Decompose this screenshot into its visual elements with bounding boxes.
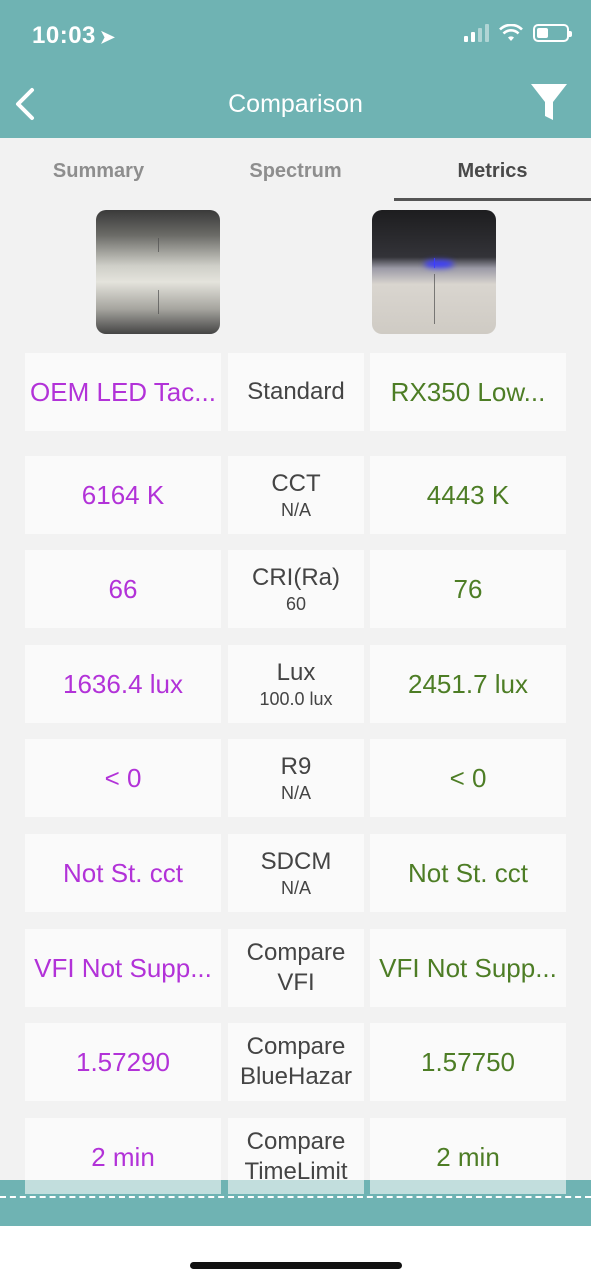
standard-value: N/A (280, 878, 311, 898)
right-value-cell: < 0 (370, 739, 566, 817)
right-value: VFI Not Supp... (379, 952, 557, 983)
metric-label-cell: SDCM N/A (228, 834, 364, 912)
left-value-cell: 1636.4 lux (25, 645, 221, 723)
right-value-cell: VFI Not Supp... (370, 929, 566, 1007)
left-sample-name-cell[interactable]: OEM LED Tac... (25, 353, 221, 431)
standard-header: Standard (247, 378, 345, 405)
right-value: < 0 (449, 762, 487, 793)
metric-label-line2: VFI (277, 969, 315, 996)
left-value-cell: Not St. cct (25, 834, 221, 912)
tab-summary[interactable]: Summary (0, 138, 197, 202)
left-value: VFI Not Supp... (34, 952, 212, 983)
left-value-cell: < 0 (25, 739, 221, 817)
right-value-cell: 1.57750 (370, 1023, 566, 1101)
right-value: 2 min (436, 1141, 500, 1172)
dashed-divider (0, 1196, 591, 1198)
metric-label-line1: Compare (246, 1128, 346, 1155)
footer-cell-shade (25, 1180, 221, 1194)
bottom-safe-area (0, 1226, 591, 1280)
footer-cell-shade (370, 1180, 566, 1194)
standard-value: 100.0 lux (259, 689, 333, 709)
left-value: 1.57290 (76, 1046, 170, 1077)
metric-label: SDCM (260, 848, 332, 875)
right-value: 1.57750 (421, 1046, 515, 1077)
metric-label-line1: Compare (246, 939, 346, 966)
cellular-signal-icon (464, 24, 489, 42)
left-value: Not St. cct (63, 857, 183, 888)
right-value: 4443 K (426, 479, 510, 510)
left-value: < 0 (104, 762, 142, 793)
right-sample-name: RX350 Low... (390, 376, 546, 407)
table-row: VFI Not Supp... Compare VFI VFI Not Supp.… (25, 929, 566, 1007)
right-value: 2451.7 lux (408, 668, 528, 699)
left-value-cell: 66 (25, 550, 221, 628)
metric-label-cell: Lux 100.0 lux (228, 645, 364, 723)
filter-icon[interactable] (529, 82, 569, 124)
tab-metrics[interactable]: Metrics (394, 138, 591, 202)
left-value: 1636.4 lux (63, 668, 183, 699)
location-arrow-icon: ➤ (99, 27, 116, 47)
right-sample-name-cell[interactable]: RX350 Low... (370, 353, 566, 431)
left-value-cell: 1.57290 (25, 1023, 221, 1101)
metric-label-cell: Compare BlueHazar (228, 1023, 364, 1101)
metric-label-line2: BlueHazar (239, 1063, 353, 1090)
metric-label: R9 (280, 753, 312, 780)
right-value-cell: 4443 K (370, 456, 566, 534)
metric-label: Lux (276, 659, 316, 686)
wifi-icon (499, 24, 523, 41)
left-value: 66 (108, 573, 138, 604)
home-indicator[interactable] (190, 1262, 402, 1269)
active-tab-indicator (394, 198, 591, 201)
metric-label-cell: CCT N/A (228, 456, 364, 534)
app-header: 10:03 ➤ Comparison (0, 0, 591, 138)
right-value: Not St. cct (408, 857, 528, 888)
standard-value: N/A (280, 500, 311, 520)
battery-icon (533, 24, 572, 42)
metric-label-cell: R9 N/A (228, 739, 364, 817)
footer-cell-shade (228, 1180, 364, 1194)
right-value: 76 (453, 573, 483, 604)
standard-value: 60 (285, 594, 307, 614)
right-value-cell: 2451.7 lux (370, 645, 566, 723)
metric-label-cell: Compare VFI (228, 929, 364, 1007)
metric-label-cell: CRI(Ra) 60 (228, 550, 364, 628)
table-row: 1.57290 Compare BlueHazar 1.57750 (25, 1023, 566, 1101)
tab-bar: Summary Spectrum Metrics (0, 138, 591, 202)
footer-band (0, 1180, 591, 1226)
metric-label-line1: Compare (246, 1033, 346, 1060)
table-header-row: OEM LED Tac... Standard RX350 Low... (25, 353, 566, 431)
status-bar-icons (464, 24, 572, 42)
table-row: 6164 K CCT N/A 4443 K (25, 456, 566, 534)
table-row: Not St. cct SDCM N/A Not St. cct (25, 834, 566, 912)
left-value-cell: 6164 K (25, 456, 221, 534)
left-value-cell: VFI Not Supp... (25, 929, 221, 1007)
right-value-cell: Not St. cct (370, 834, 566, 912)
metric-label: CCT (271, 470, 321, 497)
right-sample-image[interactable] (372, 210, 496, 334)
page-title: Comparison (228, 90, 363, 118)
left-sample-name: OEM LED Tac... (30, 376, 216, 407)
metric-label: CRI(Ra) (252, 564, 340, 591)
tab-spectrum[interactable]: Spectrum (197, 138, 394, 202)
right-value-cell: 76 (370, 550, 566, 628)
status-bar-time: 10:03 ➤ (32, 22, 116, 49)
standard-header-cell: Standard (228, 353, 364, 431)
left-sample-image[interactable] (96, 210, 220, 334)
left-value: 2 min (91, 1141, 155, 1172)
table-row: 66 CRI(Ra) 60 76 (25, 550, 566, 628)
left-value: 6164 K (81, 479, 165, 510)
table-row: 1636.4 lux Lux 100.0 lux 2451.7 lux (25, 645, 566, 723)
table-row: < 0 R9 N/A < 0 (25, 739, 566, 817)
standard-value: N/A (280, 783, 311, 803)
